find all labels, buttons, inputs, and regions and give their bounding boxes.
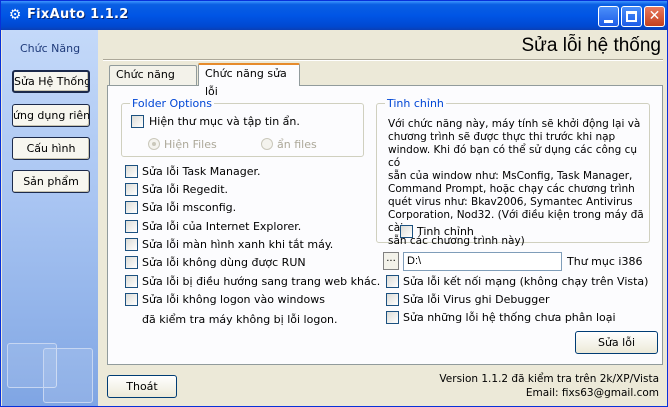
extra-option-label: Sửa lỗi kết nối mạng (không chạy trên Vi… [403, 275, 649, 288]
header-divider [103, 59, 663, 61]
fix-logon-checkbox[interactable] [125, 293, 138, 306]
i386-path-input[interactable]: D:\ [403, 252, 562, 271]
folder-options-legend: Folder Options [130, 97, 214, 110]
extra-option-label: Sửa lỗi Virus ghi Debugger [403, 293, 550, 306]
description-line: Command Prompt, hoặc chạy các chương trì… [388, 183, 635, 195]
fix-option-label: Sửa lỗi không logon vào windows [142, 293, 325, 306]
version-text: Version 1.1.2 đã kiểm tra trên 2k/XP/Vis… [439, 373, 659, 385]
fix-blue-screen-checkbox[interactable] [125, 238, 138, 251]
fix-option-label: Sửa lỗi Regedit. [142, 183, 229, 196]
window-title: FixAuto 1.1.2 [27, 7, 129, 22]
description-line: quét virus như: Bkav2006, Symantec Antiv… [388, 196, 633, 208]
description-line: Với chức năng này, máy tính sẽ khởi động… [388, 118, 641, 130]
tinh-chinh-group: Tinh chỉnh Với chức năng này, máy tính s… [376, 97, 650, 247]
close-icon: ✕ [648, 8, 661, 24]
tinh-chinh-checkbox[interactable] [400, 225, 413, 238]
sidebar-item-products[interactable]: Sản phẩm [12, 170, 90, 193]
show-files-radio[interactable] [148, 138, 160, 150]
fix-regedit-checkbox[interactable] [125, 183, 138, 196]
decorative-square [43, 348, 93, 403]
sidebar-item-system-fix[interactable]: Sửa Hệ Thống [12, 70, 90, 93]
fix-task-manager-checkbox[interactable] [125, 165, 138, 178]
app-window: ⚙ FixAuto 1.1.2 ✕ Chức Năng Sửa Hệ Thống… [0, 0, 668, 407]
hide-files-radio[interactable] [261, 138, 273, 150]
show-hidden-label: Hiện thư mục và tập tin ẩn. [149, 115, 300, 128]
folder-options-group: Folder Options Hiện thư mục và tập tin ẩ… [121, 97, 364, 157]
fix-button[interactable]: Sửa lỗi [575, 331, 658, 354]
fix-option-label: Sửa lỗi msconfig. [142, 201, 237, 214]
tab-lock-functions[interactable]: Chức năng khóa [109, 65, 197, 99]
maximize-icon [626, 11, 637, 22]
fix-redirect-checkbox[interactable] [125, 275, 138, 288]
fix-option-label: Sửa lỗi không dùng được RUN [142, 256, 306, 269]
sidebar-item-custom-app[interactable]: ứng dụng riêng [12, 104, 90, 127]
page-title: Sửa lỗi hệ thống [521, 35, 662, 56]
fix-option-label: Sửa lỗi bị điều hướng sang trang web khá… [142, 275, 381, 288]
minimize-button[interactable] [598, 6, 619, 27]
sidebar-title: Chức Năng [19, 42, 81, 55]
gear-icon: ⚙ [8, 7, 22, 23]
show-files-label: Hiện Files [164, 138, 217, 151]
fix-msconfig-checkbox[interactable] [125, 201, 138, 214]
exit-button[interactable]: Thoát [107, 375, 177, 398]
fix-option-label: Sửa lỗi Task Manager. [142, 165, 261, 178]
minimize-icon [604, 20, 613, 23]
title-bar[interactable]: ⚙ FixAuto 1.1.2 ✕ [1, 1, 667, 30]
description-line: chương trình sẽ được thực thi trước khi … [388, 131, 616, 143]
description-line: sẵn của window như: MsConfig, Task Manag… [388, 170, 633, 182]
tab-panel-fix: Folder Options Hiện thư mục và tập tin ẩ… [107, 85, 663, 365]
close-button[interactable]: ✕ [644, 6, 665, 27]
sidebar-item-config[interactable]: Cấu hình [12, 137, 90, 160]
description-line: window. Khi đó bạn có thể sử dụng các cô… [388, 144, 638, 169]
fix-option-label: Sửa lỗi của Internet Explorer. [142, 220, 302, 233]
email-text: Email: fixs63@gmail.com [525, 387, 659, 399]
sidebar: Chức Năng Sửa Hệ Thống ứng dụng riêng Cấ… [2, 30, 98, 406]
tinh-chinh-label: Tinh chỉnh [417, 225, 474, 238]
fix-run-checkbox[interactable] [125, 256, 138, 269]
fix-unclassified-checkbox[interactable] [386, 311, 399, 324]
fix-internet-explorer-checkbox[interactable] [125, 220, 138, 233]
browse-button[interactable]: ... [383, 252, 399, 270]
extra-option-label: Sửa những lỗi hệ thống chưa phân loại [403, 311, 616, 324]
fix-option-label: Sửa lỗi màn hình xanh khi tắt máy. [142, 238, 334, 251]
hide-files-label: ẩn files [277, 138, 317, 151]
fix-network-checkbox[interactable] [386, 275, 399, 288]
show-hidden-checkbox[interactable] [131, 115, 144, 128]
fix-virus-debugger-checkbox[interactable] [386, 293, 399, 306]
i386-folder-label: Thư mục i386 [567, 255, 643, 268]
tab-fix-functions[interactable]: Chức năng sửa lỗi [198, 63, 300, 98]
tinh-chinh-legend: Tinh chỉnh [385, 97, 446, 110]
logon-note: đã kiểm tra máy không bị lỗi logon. [142, 313, 338, 326]
maximize-button[interactable] [621, 6, 642, 27]
